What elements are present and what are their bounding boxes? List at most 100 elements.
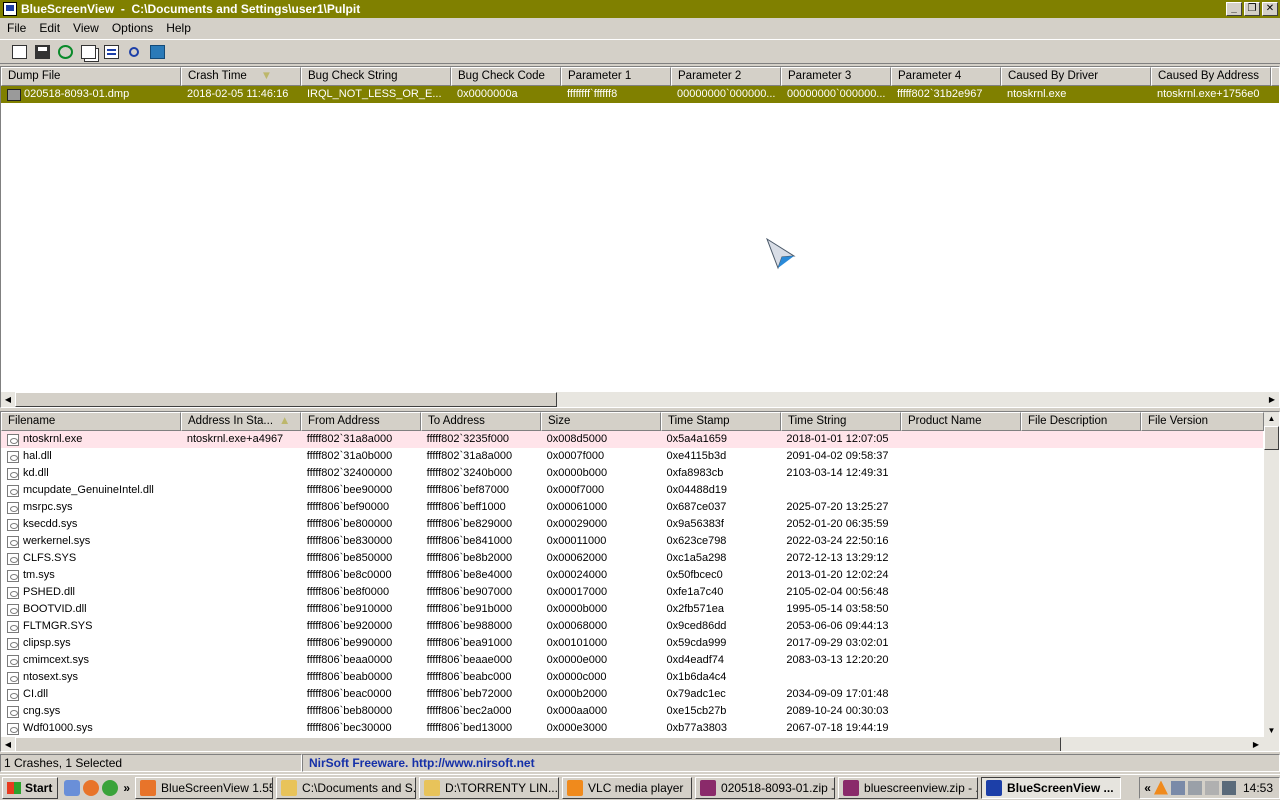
utorrent-icon[interactable] bbox=[102, 779, 119, 796]
col-dump-file[interactable]: Dump File bbox=[1, 67, 181, 86]
driver-row[interactable]: ntosext.sys fffff806`beab0000 fffff806`bea… bbox=[1, 669, 1263, 686]
taskbar-button[interactable]: BlueScreenView ... bbox=[981, 776, 1122, 799]
driver-row[interactable]: CLFS.SYS fffff806`be850000 fffff806`be8b20… bbox=[1, 550, 1263, 567]
clock[interactable]: 14:53 bbox=[1243, 781, 1273, 795]
exit-button[interactable] bbox=[146, 41, 168, 63]
cell-size: 0x00011000 bbox=[546, 535, 607, 547]
col-caused-by-driver[interactable]: Caused By Driver bbox=[1001, 67, 1151, 86]
col-filename[interactable]: Filename bbox=[1, 412, 181, 431]
scroll-right-icon[interactable]: ▶ bbox=[1249, 737, 1263, 751]
driver-row[interactable]: ntoskrnl.exe ntoskrnl.exe+a4967 fffff802`3… bbox=[1, 431, 1263, 448]
start-button[interactable]: Start bbox=[2, 776, 59, 799]
nirsoft-link[interactable]: NirSoft Freeware. http://www.nirsoft.net bbox=[302, 754, 1280, 772]
show-desktop-icon[interactable] bbox=[64, 779, 81, 796]
col-parameter-3[interactable]: Parameter 3 bbox=[781, 67, 891, 86]
scroll-left-icon[interactable]: ◀ bbox=[1, 392, 15, 407]
col-time-string[interactable]: Time String bbox=[781, 412, 901, 431]
driver-row[interactable]: clipsp.sys fffff806`be990000 fffff806`bea9… bbox=[1, 635, 1263, 652]
close-button[interactable]: ✕ bbox=[1262, 2, 1278, 16]
driver-row[interactable]: PSHED.dll fffff806`be8f0000 fffff806`be907… bbox=[1, 584, 1263, 601]
col-parameter-2[interactable]: Parameter 2 bbox=[671, 67, 781, 86]
driver-row[interactable]: kd.dll fffff802`32400000 fffff802`3240b000… bbox=[1, 465, 1263, 482]
driver-list-hscrollbar[interactable]: ◀ ▶ bbox=[1, 737, 1279, 751]
cell-from-address: fffff806`be910000 bbox=[306, 603, 393, 615]
filename-text: cmimcext.sys bbox=[23, 654, 89, 666]
col-from-address[interactable]: From Address bbox=[301, 412, 421, 431]
taskbar-button[interactable]: 020518-8093-01.zip - ... bbox=[695, 776, 836, 799]
col-bug-check-code[interactable]: Bug Check Code bbox=[451, 67, 561, 86]
driver-row[interactable]: BOOTVID.dll fffff806`be910000 fffff806`be9… bbox=[1, 601, 1263, 618]
driver-list-vscrollbar[interactable]: ▲ ▼ bbox=[1264, 412, 1279, 738]
col-file-description[interactable]: File Description bbox=[1021, 412, 1141, 431]
col-parameter-1[interactable]: Parameter 1 bbox=[561, 67, 671, 86]
scroll-left-icon[interactable]: ◀ bbox=[1, 737, 15, 751]
copy-button[interactable] bbox=[77, 41, 99, 63]
driver-row[interactable]: werkernel.sys fffff806`be830000 fffff806`b… bbox=[1, 533, 1263, 550]
taskbar-button[interactable]: VLC media player bbox=[562, 776, 693, 799]
tray-expand-icon[interactable]: « bbox=[1144, 781, 1151, 795]
menu-edit[interactable]: Edit bbox=[32, 21, 66, 35]
taskbar-button[interactable]: BlueScreenView 1.55... bbox=[135, 776, 274, 799]
col-bug-check-string[interactable]: Bug Check String bbox=[301, 67, 451, 86]
menu-file[interactable]: File bbox=[0, 21, 32, 35]
col-size[interactable]: Size bbox=[541, 412, 661, 431]
quick-launch-chevron-icon[interactable]: » bbox=[123, 781, 130, 795]
col-product-name[interactable]: Product Name bbox=[901, 412, 1021, 431]
vlc-tray-icon[interactable] bbox=[1153, 780, 1168, 795]
driver-list-hscroll-thumb[interactable] bbox=[15, 737, 1061, 751]
save-selected-button[interactable] bbox=[31, 41, 53, 63]
col-time-stamp[interactable]: Time Stamp bbox=[661, 412, 781, 431]
driver-row[interactable]: CI.dll fffff806`beac0000 fffff806`beb72000… bbox=[1, 686, 1263, 703]
cell-file-description bbox=[1020, 465, 1140, 482]
driver-row[interactable]: tm.sys fffff806`be8c0000 fffff806`be8e4000… bbox=[1, 567, 1263, 584]
taskbar-button[interactable]: bluescreenview.zip - ... bbox=[838, 776, 979, 799]
scroll-down-icon[interactable]: ▼ bbox=[1264, 724, 1279, 738]
firefox-icon[interactable] bbox=[83, 779, 100, 796]
network-tray-icon-2[interactable] bbox=[1187, 780, 1202, 795]
network-tray-icon[interactable] bbox=[1170, 780, 1185, 795]
crash-list-hscroll-thumb[interactable] bbox=[15, 392, 557, 407]
col-parameter-4[interactable]: Parameter 4 bbox=[891, 67, 1001, 86]
col-file-version[interactable]: File Version bbox=[1141, 412, 1264, 431]
driver-row[interactable]: msrpc.sys fffff806`bef90000 fffff806`beff1… bbox=[1, 499, 1263, 516]
cell-from-address: fffff806`be850000 bbox=[306, 552, 393, 564]
title-bar: BlueScreenView - C:\Documents and Settin… bbox=[0, 0, 1280, 18]
crash-list-pane[interactable]: Dump File Crash Time ▼ Bug Check String B… bbox=[0, 66, 1280, 408]
driver-list-vscroll-thumb[interactable] bbox=[1264, 426, 1279, 450]
cell-file-description bbox=[1020, 635, 1140, 652]
scroll-right-icon[interactable]: ▶ bbox=[1265, 392, 1279, 407]
col-crash-time[interactable]: Crash Time ▼ bbox=[181, 67, 301, 86]
driver-list-pane[interactable]: Filename Address In Sta... ▲ From Address… bbox=[0, 411, 1280, 752]
driver-row[interactable]: cng.sys fffff806`beb80000 fffff806`bec2a00… bbox=[1, 703, 1263, 720]
properties-button[interactable] bbox=[100, 41, 122, 63]
monitor-tray-icon[interactable] bbox=[1221, 780, 1236, 795]
driver-row[interactable]: Wdf01000.sys fffff806`bec30000 fffff806`be… bbox=[1, 720, 1263, 737]
minimize-button[interactable]: _ bbox=[1226, 2, 1242, 16]
refresh-button[interactable] bbox=[54, 41, 76, 63]
taskbar-button[interactable]: D:\TORRENTY LIN... bbox=[419, 776, 560, 799]
module-file-icon bbox=[7, 518, 19, 531]
maximize-button[interactable]: ❐ bbox=[1244, 2, 1260, 16]
volume-tray-icon[interactable] bbox=[1204, 780, 1219, 795]
taskbar-button[interactable]: C:\Documents and S... bbox=[276, 776, 417, 799]
col-caused-by-address[interactable]: Caused By Address bbox=[1151, 67, 1271, 86]
driver-row[interactable]: hal.dll fffff802`31a0b000 fffff802`31a8a00… bbox=[1, 448, 1263, 465]
find-button[interactable] bbox=[123, 41, 145, 63]
bluescreenview-app-icon[interactable] bbox=[3, 2, 17, 16]
cell-address-in-stack bbox=[181, 448, 301, 465]
cell-filename: werkernel.sys bbox=[1, 533, 181, 550]
menu-help[interactable]: Help bbox=[159, 21, 197, 35]
driver-row[interactable]: cmimcext.sys fffff806`beaa0000 fffff806`be… bbox=[1, 652, 1263, 669]
driver-row[interactable]: FLTMGR.SYS fffff806`be920000 fffff806`be98… bbox=[1, 618, 1263, 635]
menu-options[interactable]: Options bbox=[105, 21, 159, 35]
crash-row[interactable]: 020518-8093-01.dmp 2018-02-05 11:46:16 I… bbox=[1, 86, 1279, 103]
scroll-up-icon[interactable]: ▲ bbox=[1264, 412, 1279, 426]
save-html-report-button[interactable] bbox=[8, 41, 30, 63]
driver-row[interactable]: ksecdd.sys fffff806`be800000 fffff806`be82… bbox=[1, 516, 1263, 533]
col-address-in-stack[interactable]: Address In Sta... ▲ bbox=[181, 412, 301, 431]
driver-row[interactable]: mcupdate_GenuineIntel.dll fffff806`bee900… bbox=[1, 482, 1263, 499]
col-to-address[interactable]: To Address bbox=[421, 412, 541, 431]
module-file-icon bbox=[7, 467, 19, 480]
menu-view[interactable]: View bbox=[66, 21, 105, 35]
crash-list-hscrollbar[interactable]: ◀ ▶ bbox=[1, 392, 1279, 407]
